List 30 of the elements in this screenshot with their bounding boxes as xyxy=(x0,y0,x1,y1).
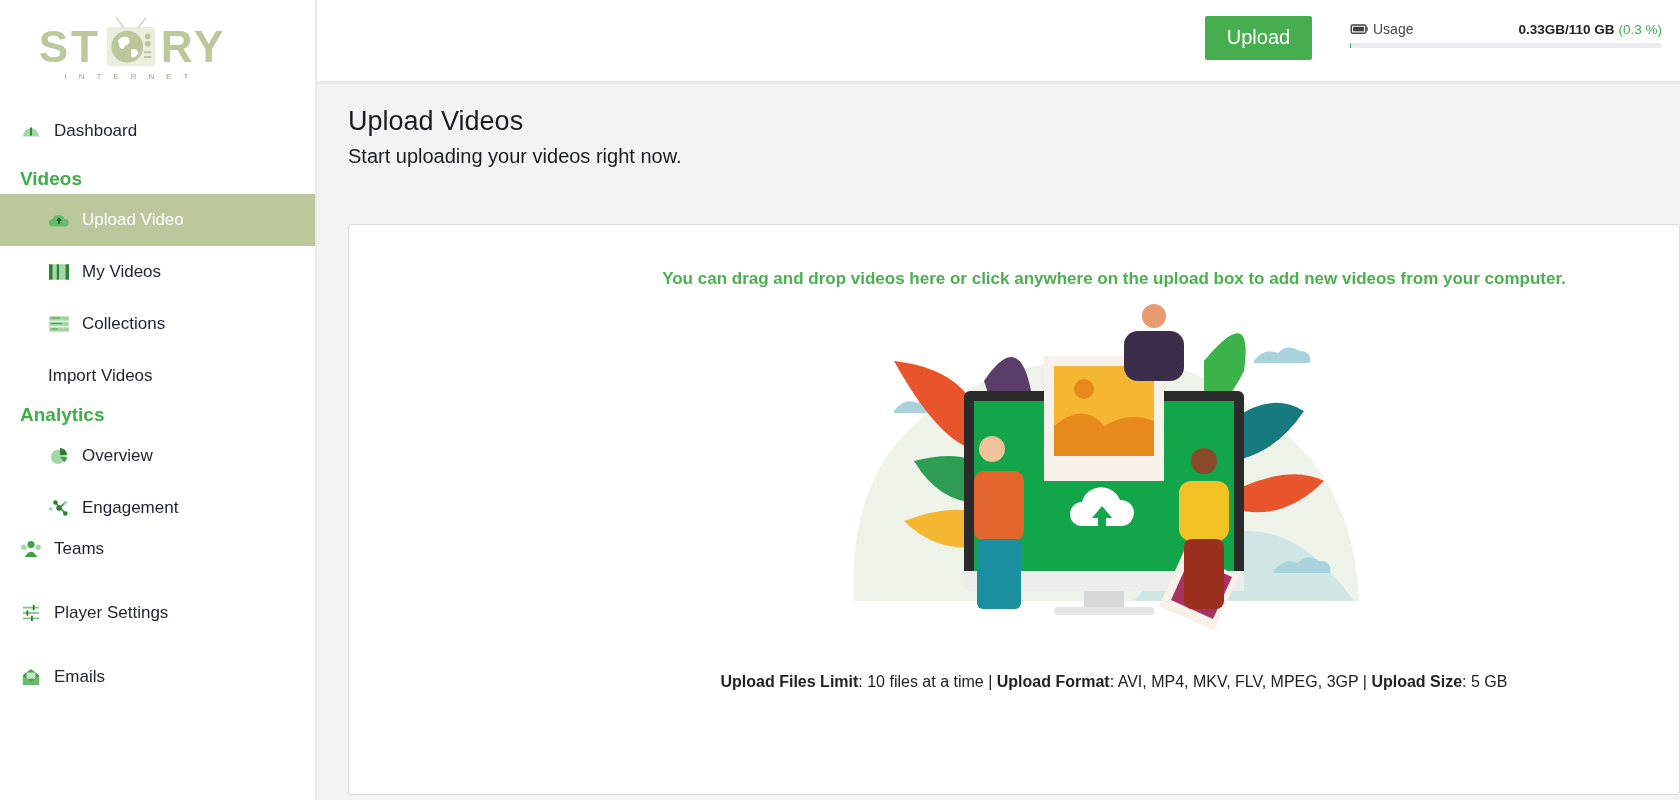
sidebar-item[interactable]: Collections xyxy=(0,298,315,350)
sliders-icon xyxy=(20,604,42,622)
sidebar-item[interactable]: Teams xyxy=(0,534,315,564)
logo-text: RY xyxy=(160,24,227,70)
usage-amount: 0.33GB/110 GB xyxy=(1518,21,1615,37)
dropzone-hint: You can drag and drop videos here or click anywhere on the upload box to add new videos from your computer. xyxy=(661,268,1567,290)
team-icon xyxy=(20,540,42,558)
envelope-icon xyxy=(20,668,42,686)
network-nodes-icon xyxy=(48,499,70,517)
list-icon xyxy=(48,315,70,333)
usage-percent: (0.3 %) xyxy=(1618,21,1662,37)
logo-tagline: INTERNET xyxy=(64,72,201,81)
usage-label: Usage xyxy=(1373,21,1414,37)
sidebar-item[interactable]: Player Settings xyxy=(0,598,315,628)
battery-icon xyxy=(1350,23,1369,35)
sidebar-item[interactable]: Overview xyxy=(0,430,315,482)
page-subtitle: Start uploading your videos right now. xyxy=(348,145,683,168)
page-title: Upload Videos xyxy=(348,106,525,137)
section-heading: Videos xyxy=(19,167,83,191)
section-heading: Analytics xyxy=(19,403,106,427)
pie-chart-icon xyxy=(48,447,70,465)
sidebar-item[interactable]: Emails xyxy=(0,662,315,692)
logo-text: ST xyxy=(38,24,101,70)
film-strip-icon xyxy=(48,263,70,281)
sidebar-item[interactable]: My Videos xyxy=(0,246,315,298)
sidebar-item[interactable]: Engagement xyxy=(0,482,315,534)
upload-dropzone[interactable] xyxy=(348,224,1680,795)
sidebar-item[interactable]: Import Videos xyxy=(0,350,315,402)
sidebar-item[interactable]: Dashboard xyxy=(0,116,315,146)
upload-limits-text: Upload Files Limit: 10 files at a time | Upload Format: AVI, MP4, MKV, FLV, MPEG, 3GP | Upload Size: 5 GB xyxy=(720,673,1508,691)
